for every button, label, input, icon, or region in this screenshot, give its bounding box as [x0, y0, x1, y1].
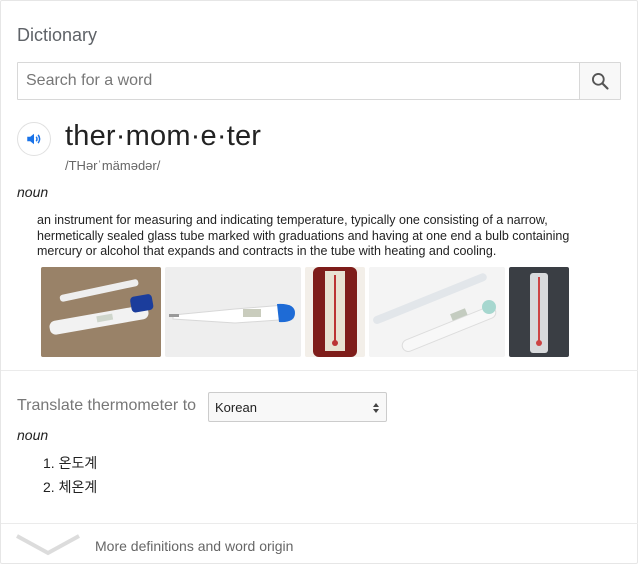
thermometer-image-1[interactable]	[41, 267, 161, 357]
speaker-icon	[27, 133, 41, 145]
thermometer-image-3[interactable]	[305, 267, 365, 357]
select-arrows-icon	[373, 403, 379, 413]
search-input[interactable]	[18, 63, 579, 99]
search-box	[17, 62, 621, 100]
chevron-down-icon	[16, 534, 80, 556]
thermometer-image-4[interactable]	[369, 267, 505, 357]
expand-button[interactable]	[15, 532, 81, 561]
dictionary-card: Dictionary ther·mom·e·ter /THərˈmämədər/…	[0, 0, 638, 564]
definition-text: an instrument for measuring and indicati…	[37, 213, 570, 258]
thermometer-image-5[interactable]	[509, 267, 569, 357]
footer-divider	[1, 523, 638, 524]
headword: ther·mom·e·ter	[65, 120, 262, 152]
language-select[interactable]: Korean	[208, 392, 387, 422]
language-select-value: Korean	[215, 399, 257, 415]
card-title: Dictionary	[17, 25, 98, 45]
more-definitions-link[interactable]: More definitions and word origin	[95, 538, 293, 554]
translation-item-2: 2. 체온계	[43, 479, 98, 495]
part-of-speech: noun	[17, 184, 49, 200]
search-icon	[592, 73, 609, 90]
section-divider	[1, 370, 638, 371]
pronounce-button[interactable]	[17, 122, 51, 156]
phonetic-spelling: /THərˈmämədər/	[65, 158, 161, 173]
thermometer-image-2[interactable]	[165, 267, 301, 357]
translate-label: Translate thermometer to	[17, 397, 197, 414]
translation-part-of-speech: noun	[17, 427, 49, 443]
translation-item-1: 1. 온도계	[43, 455, 98, 471]
search-button[interactable]	[579, 63, 620, 99]
